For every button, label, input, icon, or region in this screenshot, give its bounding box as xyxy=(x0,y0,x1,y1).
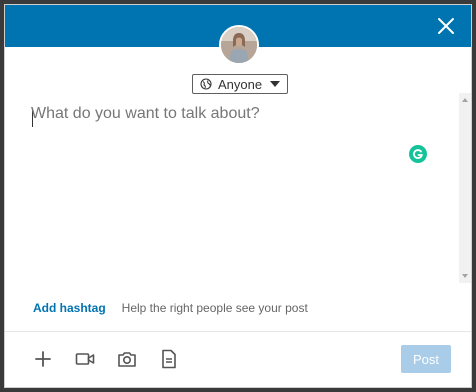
close-icon[interactable] xyxy=(435,15,457,37)
divider xyxy=(5,331,471,332)
globe-icon xyxy=(200,78,212,90)
hashtag-help-text: Help the right people see your post xyxy=(121,301,308,315)
share-post-modal: Anyone Add hashtag Help the right people… xyxy=(4,4,472,388)
editor-scrollbar[interactable] xyxy=(459,93,471,283)
post-button[interactable]: Post xyxy=(401,345,451,373)
video-icon[interactable] xyxy=(75,349,95,369)
chevron-down-icon xyxy=(270,81,281,87)
document-icon[interactable] xyxy=(159,349,179,369)
visibility-dropdown[interactable]: Anyone xyxy=(192,74,288,94)
scroll-down-arrow-icon[interactable] xyxy=(462,274,468,278)
scroll-up-arrow-icon[interactable] xyxy=(462,98,468,102)
post-toolbar xyxy=(33,349,179,369)
post-text-input[interactable] xyxy=(31,105,451,285)
plus-icon[interactable] xyxy=(33,349,53,369)
grammarly-icon[interactable] xyxy=(409,145,427,163)
add-hashtag-link[interactable]: Add hashtag xyxy=(33,301,106,315)
grammarly-glyph xyxy=(413,149,423,159)
visibility-label: Anyone xyxy=(217,76,263,92)
hashtag-row: Add hashtag Help the right people see yo… xyxy=(33,301,308,315)
camera-icon[interactable] xyxy=(117,349,137,369)
avatar xyxy=(219,25,259,65)
